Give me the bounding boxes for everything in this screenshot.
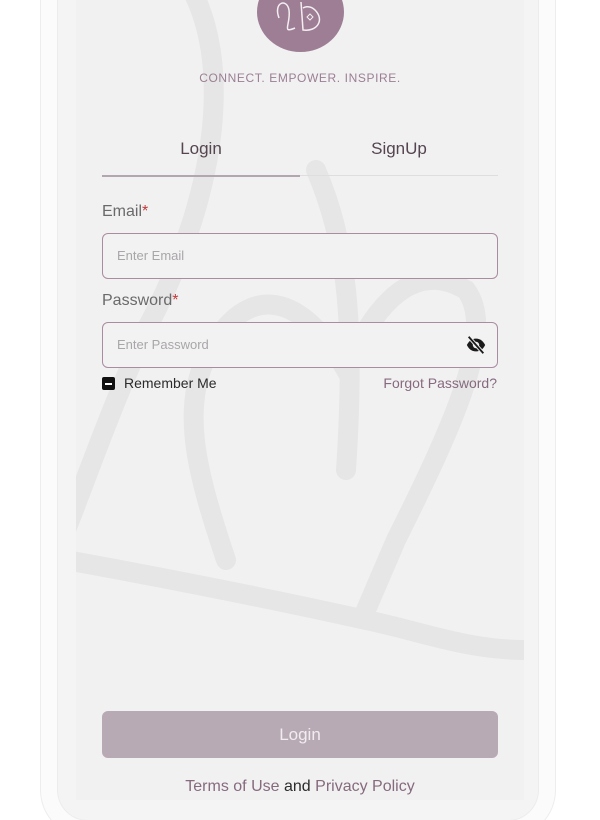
password-label-text: Password xyxy=(102,292,173,309)
login-button[interactable]: Login xyxy=(102,711,498,758)
logo-monogram xyxy=(276,1,321,31)
email-label: Email* xyxy=(102,203,148,221)
tab-active-indicator xyxy=(102,175,300,177)
phone-side-button xyxy=(54,190,57,257)
checkbox-indeterminate-icon[interactable] xyxy=(102,376,115,390)
password-field[interactable]: Enter Password xyxy=(102,322,498,368)
required-asterisk: * xyxy=(142,203,149,220)
footer-and-text: and xyxy=(283,778,311,795)
forgot-password-link[interactable]: Forgot Password? xyxy=(383,375,497,391)
remember-me-control[interactable]: Remember Me xyxy=(102,375,217,391)
phone-side-button xyxy=(54,284,57,351)
eye-off-icon[interactable] xyxy=(465,334,487,361)
required-asterisk: * xyxy=(172,292,179,309)
app-logo xyxy=(257,0,344,52)
email-placeholder: Enter Email xyxy=(117,248,185,263)
password-label: Password* xyxy=(102,292,178,310)
email-field[interactable]: Enter Email xyxy=(102,233,498,279)
background-heart-art xyxy=(76,0,524,660)
email-label-text: Email xyxy=(102,203,143,220)
remember-me-label: Remember Me xyxy=(124,375,217,391)
phone-side-button xyxy=(54,117,57,154)
login-screen: CONNECT. EMPOWER. INSPIRE. Login SignUp … xyxy=(76,0,524,800)
legal-footer: Terms of Use and Privacy Policy xyxy=(76,778,524,796)
tab-login[interactable]: Login xyxy=(102,139,300,159)
tab-signup[interactable]: SignUp xyxy=(300,139,498,159)
tab-divider xyxy=(300,175,498,176)
phone-power-button xyxy=(542,208,545,320)
app-tagline: CONNECT. EMPOWER. INSPIRE. xyxy=(199,71,401,85)
privacy-policy-link[interactable]: Privacy Policy xyxy=(315,778,415,795)
terms-of-use-link[interactable]: Terms of Use xyxy=(185,778,279,795)
password-placeholder: Enter Password xyxy=(117,337,209,352)
